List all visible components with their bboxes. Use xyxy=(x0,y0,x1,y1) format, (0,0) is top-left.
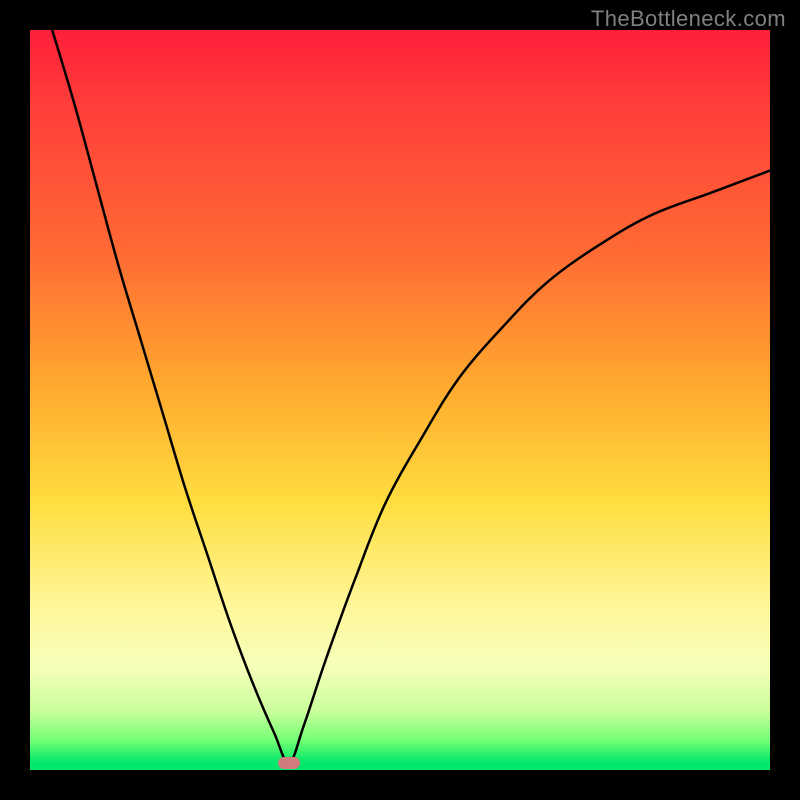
plot-area xyxy=(30,30,770,770)
bottleneck-curve xyxy=(30,30,770,770)
chart-frame: TheBottleneck.com xyxy=(0,0,800,800)
optimal-point-marker xyxy=(278,757,300,769)
watermark-text: TheBottleneck.com xyxy=(591,6,786,32)
